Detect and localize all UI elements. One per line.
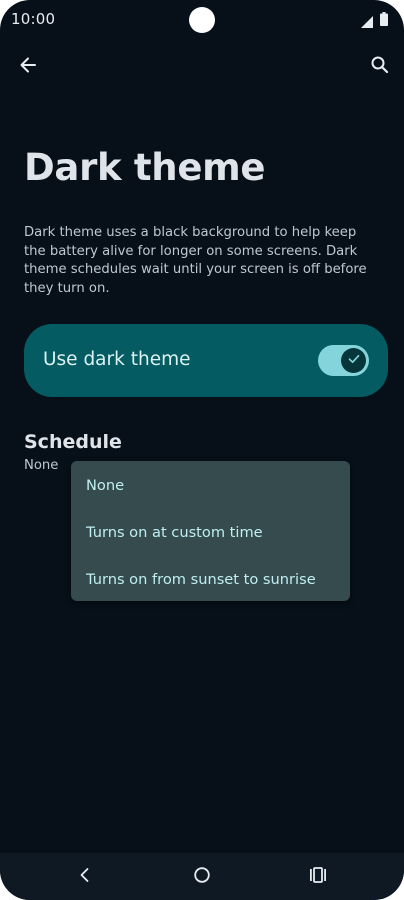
schedule-dropdown-menu: None Turns on at custom time Turns on fr… bbox=[71, 461, 350, 601]
page-title: Dark theme bbox=[24, 146, 266, 189]
nav-recents-icon bbox=[309, 867, 327, 887]
menu-item-sunset-sunrise[interactable]: Turns on from sunset to sunrise bbox=[71, 556, 350, 602]
schedule-title: Schedule bbox=[24, 431, 122, 453]
menu-item-custom-time[interactable]: Turns on at custom time bbox=[71, 509, 350, 555]
nav-home-button[interactable] bbox=[186, 861, 218, 893]
dark-theme-switch[interactable] bbox=[318, 345, 369, 376]
navigation-bar bbox=[0, 853, 404, 900]
use-dark-theme-toggle[interactable]: Use dark theme bbox=[24, 324, 388, 397]
page-description: Dark theme uses a black background to he… bbox=[24, 225, 367, 296]
schedule-value[interactable]: None bbox=[24, 458, 58, 473]
nav-back-icon bbox=[77, 867, 93, 887]
battery-icon bbox=[380, 11, 388, 26]
nav-recents-button[interactable] bbox=[302, 861, 334, 893]
menu-item-none[interactable]: None bbox=[71, 462, 350, 508]
nav-back-button[interactable] bbox=[69, 861, 101, 893]
check-icon bbox=[347, 351, 361, 370]
toggle-label: Use dark theme bbox=[43, 349, 191, 370]
signal-icon bbox=[361, 13, 373, 28]
nav-home-icon bbox=[193, 866, 211, 888]
search-icon bbox=[370, 55, 390, 79]
back-button[interactable] bbox=[8, 47, 48, 87]
status-bar: 10:00 bbox=[0, 0, 404, 38]
phone-screen: 10:00 Dark theme Dark theme uses a black… bbox=[0, 0, 404, 900]
camera-cutout bbox=[189, 7, 215, 33]
switch-thumb bbox=[341, 348, 366, 373]
status-time: 10:00 bbox=[11, 10, 56, 28]
search-button[interactable] bbox=[360, 47, 400, 87]
arrow-back-icon bbox=[18, 55, 38, 79]
